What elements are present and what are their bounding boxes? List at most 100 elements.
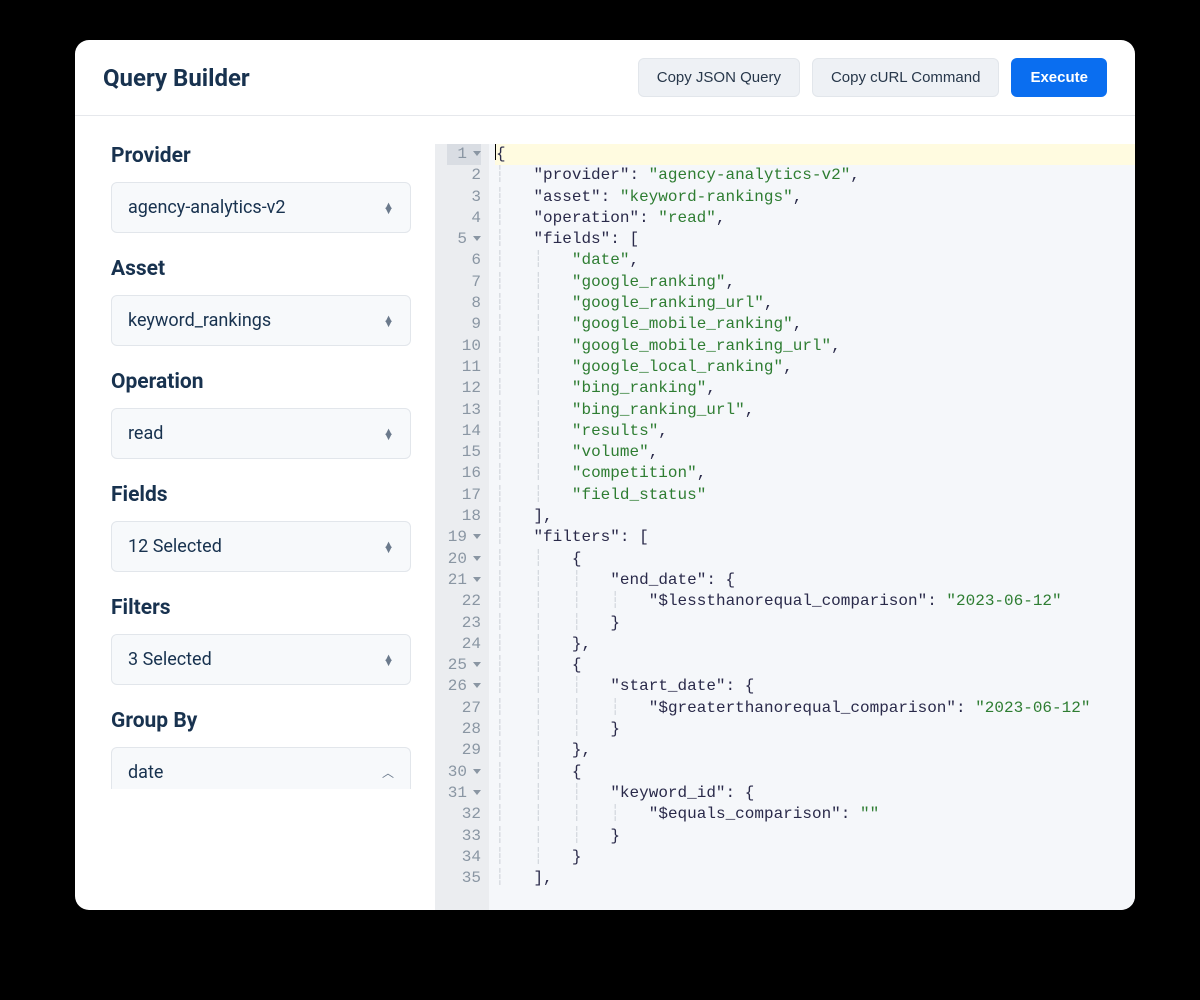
- provider-value: agency-analytics-v2: [128, 197, 286, 218]
- body: Provider agency-analytics-v2 ▲▼ Asset ke…: [75, 116, 1135, 910]
- fields-label: Fields: [111, 483, 411, 507]
- gutter-line: 33: [447, 826, 481, 847]
- gutter-line: 27: [447, 698, 481, 719]
- gutter-line: 17: [447, 485, 481, 506]
- code-line[interactable]: ┆ ┆ ┆ ┆ "$lessthanorequal_comparison": "…: [495, 591, 1135, 612]
- code-line[interactable]: ┆ ┆ "google_ranking_url",: [495, 293, 1135, 314]
- fold-icon[interactable]: [473, 577, 481, 582]
- gutter-line: 25: [447, 655, 481, 676]
- fold-icon[interactable]: [473, 790, 481, 795]
- gutter-line: 32: [447, 804, 481, 825]
- gutter-line: 28: [447, 719, 481, 740]
- code-line[interactable]: ┆ ┆ ┆ "end_date": {: [495, 570, 1135, 591]
- gutter-line: 16: [447, 463, 481, 484]
- sidebar: Provider agency-analytics-v2 ▲▼ Asset ke…: [75, 116, 435, 910]
- gutter-line: 1: [447, 144, 481, 165]
- code-line[interactable]: {: [495, 144, 1135, 165]
- code[interactable]: {┆ "provider": "agency-analytics-v2",┆ "…: [489, 144, 1135, 910]
- filters-value: 3 Selected: [128, 649, 212, 670]
- code-line[interactable]: ┆ ┆ {: [495, 655, 1135, 676]
- code-line[interactable]: ┆ ┆ {: [495, 762, 1135, 783]
- code-line[interactable]: ┆ ┆ ┆ "keyword_id": {: [495, 783, 1135, 804]
- groupby-select[interactable]: date ︿: [111, 747, 411, 789]
- provider-select[interactable]: agency-analytics-v2 ▲▼: [111, 182, 411, 233]
- gutter-line: 11: [447, 357, 481, 378]
- code-line[interactable]: ┆ "fields": [: [495, 229, 1135, 250]
- code-line[interactable]: ┆ ],: [495, 506, 1135, 527]
- code-line[interactable]: ┆ ┆ }: [495, 847, 1135, 868]
- fold-icon[interactable]: [473, 683, 481, 688]
- asset-select[interactable]: keyword_rankings ▲▼: [111, 295, 411, 346]
- chevron-up-down-icon: ▲▼: [383, 429, 394, 439]
- fold-icon[interactable]: [473, 769, 481, 774]
- code-line[interactable]: ┆ ┆ "google_mobile_ranking_url",: [495, 336, 1135, 357]
- gutter-line: 5: [447, 229, 481, 250]
- gutter-line: 2: [447, 165, 481, 186]
- page-title: Query Builder: [103, 64, 250, 92]
- gutter-line: 34: [447, 847, 481, 868]
- gutter-line: 4: [447, 208, 481, 229]
- fold-icon[interactable]: [473, 236, 481, 241]
- code-line[interactable]: ┆ ┆ ┆ ┆ "$equals_comparison": "": [495, 804, 1135, 825]
- code-line[interactable]: ┆ ┆ ┆ }: [495, 826, 1135, 847]
- chevron-up-down-icon: ▲▼: [383, 316, 394, 326]
- code-line[interactable]: ┆ ],: [495, 868, 1135, 889]
- code-line[interactable]: ┆ ┆ "results",: [495, 421, 1135, 442]
- code-line[interactable]: ┆ ┆ "google_ranking",: [495, 272, 1135, 293]
- code-line[interactable]: ┆ "asset": "keyword-rankings",: [495, 187, 1135, 208]
- fields-select[interactable]: 12 Selected ▲▼: [111, 521, 411, 572]
- gutter-line: 15: [447, 442, 481, 463]
- groupby-label: Group By: [111, 709, 411, 733]
- execute-button[interactable]: Execute: [1011, 58, 1107, 97]
- gutter-line: 8: [447, 293, 481, 314]
- fold-icon[interactable]: [473, 662, 481, 667]
- gutter-line: 22: [447, 591, 481, 612]
- gutter-line: 6: [447, 250, 481, 271]
- code-line[interactable]: ┆ ┆ ┆ "start_date": {: [495, 676, 1135, 697]
- fields-value: 12 Selected: [128, 536, 222, 557]
- code-line[interactable]: ┆ ┆ "date",: [495, 250, 1135, 271]
- code-line[interactable]: ┆ ┆ "field_status": [495, 485, 1135, 506]
- gutter-line: 14: [447, 421, 481, 442]
- gutter-line: 19: [447, 527, 481, 548]
- code-editor[interactable]: 1234567891011121314151617181920212223242…: [435, 144, 1135, 910]
- code-line[interactable]: ┆ "filters": [: [495, 527, 1135, 548]
- code-line[interactable]: ┆ ┆ },: [495, 740, 1135, 761]
- header-actions: Copy JSON Query Copy cURL Command Execut…: [638, 58, 1107, 97]
- code-line[interactable]: ┆ ┆ ┆ }: [495, 613, 1135, 634]
- code-line[interactable]: ┆ ┆ ┆ }: [495, 719, 1135, 740]
- filters-select[interactable]: 3 Selected ▲▼: [111, 634, 411, 685]
- code-line[interactable]: ┆ "operation": "read",: [495, 208, 1135, 229]
- gutter-line: 20: [447, 549, 481, 570]
- gutter-line: 3: [447, 187, 481, 208]
- code-line[interactable]: ┆ ┆ "google_mobile_ranking",: [495, 314, 1135, 335]
- code-line[interactable]: ┆ "provider": "agency-analytics-v2",: [495, 165, 1135, 186]
- gutter-line: 31: [447, 783, 481, 804]
- gutter-line: 21: [447, 570, 481, 591]
- copy-json-button[interactable]: Copy JSON Query: [638, 58, 800, 97]
- code-line[interactable]: ┆ ┆ {: [495, 549, 1135, 570]
- code-line[interactable]: ┆ ┆ "competition",: [495, 463, 1135, 484]
- gutter-line: 7: [447, 272, 481, 293]
- chevron-up-icon: ︿: [382, 767, 394, 779]
- filters-label: Filters: [111, 596, 411, 620]
- code-line[interactable]: ┆ ┆ "volume",: [495, 442, 1135, 463]
- asset-label: Asset: [111, 257, 411, 281]
- code-line[interactable]: ┆ ┆ "google_local_ranking",: [495, 357, 1135, 378]
- operation-select[interactable]: read ▲▼: [111, 408, 411, 459]
- fold-icon[interactable]: [473, 151, 481, 156]
- fold-icon[interactable]: [473, 556, 481, 561]
- code-line[interactable]: ┆ ┆ "bing_ranking",: [495, 378, 1135, 399]
- gutter-line: 26: [447, 676, 481, 697]
- header-bar: Query Builder Copy JSON Query Copy cURL …: [75, 40, 1135, 116]
- gutter-line: 12: [447, 378, 481, 399]
- fold-icon[interactable]: [473, 534, 481, 539]
- code-line[interactable]: ┆ ┆ ┆ ┆ "$greaterthanorequal_comparison"…: [495, 698, 1135, 719]
- gutter-line: 29: [447, 740, 481, 761]
- copy-curl-button[interactable]: Copy cURL Command: [812, 58, 1000, 97]
- gutter-line: 23: [447, 613, 481, 634]
- code-line[interactable]: ┆ ┆ "bing_ranking_url",: [495, 400, 1135, 421]
- gutter-line: 18: [447, 506, 481, 527]
- code-line[interactable]: ┆ ┆ },: [495, 634, 1135, 655]
- gutter: 1234567891011121314151617181920212223242…: [435, 144, 489, 910]
